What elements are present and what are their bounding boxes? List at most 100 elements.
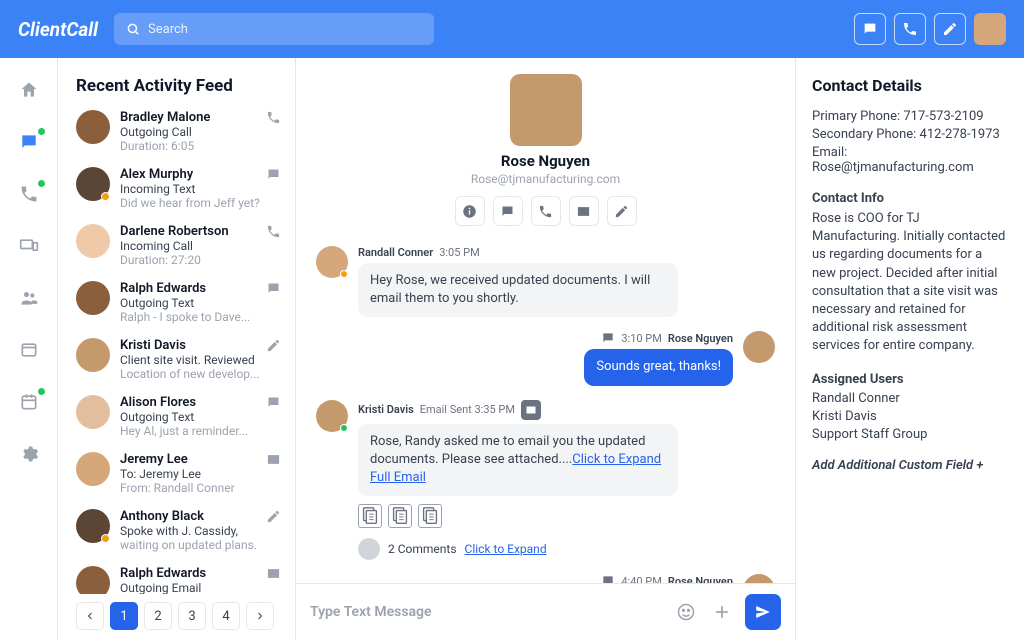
expand-comments-link[interactable]: Click to Expand <box>465 542 547 556</box>
assigned-user: Support Staff Group <box>812 427 1008 442</box>
feed-item-preview: waiting on updated plans. <box>120 538 281 552</box>
app-header: ClientCall <box>0 0 1024 58</box>
message-meta: 4:40 PMRose Nguyen <box>488 574 733 583</box>
contact-email-button[interactable] <box>569 196 599 226</box>
feed-avatar <box>76 281 110 315</box>
feed-title: Recent Activity Feed <box>76 76 281 96</box>
contact-info-heading: Contact Info <box>812 191 1008 206</box>
nav-messages-badge <box>38 128 45 135</box>
message: Kristi DavisEmail Sent 3:35 PM Rose, Rand… <box>316 400 775 561</box>
feed-item-name: Darlene Robertson <box>120 224 281 239</box>
feed-item[interactable]: Ralph EdwardsOutgoing EmailRalph, I will… <box>76 566 281 594</box>
contact-avatar[interactable] <box>510 74 582 146</box>
nav-home[interactable] <box>17 78 41 102</box>
feed-avatar <box>76 566 110 594</box>
feed-item-type: Client site visit. Reviewed <box>120 353 281 367</box>
commenter-avatar <box>358 538 380 560</box>
assigned-user: Randall Conner <box>812 391 1008 406</box>
add-custom-field[interactable]: Add Additional Custom Field + <box>812 458 1008 473</box>
message-meta: Kristi DavisEmail Sent 3:35 PM <box>358 400 678 420</box>
feed-item-name: Ralph Edwards <box>120 566 281 581</box>
feed-item[interactable]: Bradley MaloneOutgoing CallDuration: 6:0… <box>76 110 281 153</box>
message-avatar <box>316 246 348 278</box>
attachments-row <box>358 504 678 528</box>
comments-count: 2 Comments <box>388 542 457 556</box>
feed-item-name: Kristi Davis <box>120 338 281 353</box>
feed-item-preview: Did we hear from Jeff yet? <box>120 196 281 210</box>
feed-item[interactable]: Jeremy LeeTo: Jeremy LeeFrom: Randall Co… <box>76 452 281 495</box>
contact-info-text: Rose is COO for TJ Manufacturing. Initia… <box>812 210 1008 356</box>
contact-name: Rose Nguyen <box>501 152 590 170</box>
phone-icon <box>266 224 281 243</box>
page-next[interactable] <box>246 602 274 630</box>
feed-avatar <box>76 167 110 201</box>
feed-item[interactable]: Anthony BlackSpoke with J. Cassidy,waiti… <box>76 509 281 552</box>
emoji-button[interactable] <box>673 599 699 625</box>
feed-item-name: Alex Murphy <box>120 167 281 182</box>
nav-settings[interactable] <box>17 442 41 466</box>
page-2[interactable]: 2 <box>144 602 172 630</box>
page-4[interactable]: 4 <box>212 602 240 630</box>
header-call-button[interactable] <box>894 13 926 45</box>
feed-avatar <box>76 224 110 258</box>
message-bubble: Hey Rose, we received updated documents.… <box>358 263 678 317</box>
assigned-user: Kristi Davis <box>812 409 1008 424</box>
assigned-heading: Assigned Users <box>812 372 1008 387</box>
feed-item-preview: Ralph - I spoke to Dave... <box>120 310 281 324</box>
contact-action-row <box>455 196 637 226</box>
message-input[interactable] <box>310 604 663 620</box>
message-column: 4:40 PMRose NguyenThanks for emailing th… <box>488 574 733 583</box>
attachment-icon[interactable] <box>358 504 382 528</box>
page-prev[interactable] <box>76 602 104 630</box>
expand-email-link[interactable]: Click to Expand Full Email <box>370 452 661 485</box>
message-bubble: Rose, Randy asked me to email you the up… <box>358 424 678 497</box>
feed-item-name: Anthony Black <box>120 509 281 524</box>
message-column: Kristi DavisEmail Sent 3:35 PM Rose, Rand… <box>358 400 678 561</box>
send-button[interactable] <box>745 594 781 630</box>
detail-secondary-phone: Secondary Phone: 412-278-1973 <box>812 127 1008 142</box>
feed-item[interactable]: Kristi DavisClient site visit. ReviewedL… <box>76 338 281 381</box>
message-column: 3:10 PMRose NguyenSounds great, thanks! <box>584 331 733 385</box>
mail-icon <box>266 452 281 471</box>
contact-chat-button[interactable] <box>493 196 523 226</box>
nav-archive[interactable] <box>17 338 41 362</box>
search-icon <box>126 22 140 36</box>
attachment-icon[interactable] <box>388 504 412 528</box>
contact-edit-button[interactable] <box>607 196 637 226</box>
feed-body: Kristi DavisClient site visit. ReviewedL… <box>120 338 281 381</box>
message-avatar <box>743 574 775 583</box>
message-list: Randall Conner3:05 PMHey Rose, we receiv… <box>296 238 795 583</box>
header-chat-button[interactable] <box>854 13 886 45</box>
detail-primary-phone: Primary Phone: 717-573-2109 <box>812 109 1008 124</box>
feed-item-preview: Duration: 27:20 <box>120 253 281 267</box>
nav-devices[interactable] <box>17 234 41 258</box>
compose-row <box>296 583 795 640</box>
nav-messages[interactable] <box>17 130 41 154</box>
nav-calls[interactable] <box>17 182 41 206</box>
feed-item-preview: Duration: 6:05 <box>120 139 281 153</box>
feed-item[interactable]: Alex MurphyIncoming TextDid we hear from… <box>76 167 281 210</box>
feed-avatar <box>76 452 110 486</box>
contact-info-button[interactable] <box>455 196 485 226</box>
contact-call-button[interactable] <box>531 196 561 226</box>
mail-icon <box>266 566 281 585</box>
feed-item-name: Alison Flores <box>120 395 281 410</box>
search-input[interactable] <box>114 13 434 45</box>
page-1[interactable]: 1 <box>110 602 138 630</box>
feed-avatar <box>76 110 110 144</box>
feed-avatar <box>76 338 110 372</box>
chat-icon <box>266 167 281 186</box>
attach-button[interactable] <box>709 599 735 625</box>
feed-item[interactable]: Darlene RobertsonIncoming CallDuration: … <box>76 224 281 267</box>
current-user-avatar[interactable] <box>974 13 1006 45</box>
app-logo: ClientCall <box>18 18 98 41</box>
feed-item[interactable]: Ralph EdwardsOutgoing TextRalph - I spok… <box>76 281 281 324</box>
attachment-icon[interactable] <box>418 504 442 528</box>
header-compose-button[interactable] <box>934 13 966 45</box>
feed-item[interactable]: Alison FloresOutgoing TextHey Al, just a… <box>76 395 281 438</box>
page-3[interactable]: 3 <box>178 602 206 630</box>
message-bubble: Sounds great, thanks! <box>584 349 733 385</box>
nav-contacts[interactable] <box>17 286 41 310</box>
feed-item-type: Spoke with J. Cassidy, <box>120 524 281 538</box>
nav-calendar[interactable] <box>17 390 41 414</box>
